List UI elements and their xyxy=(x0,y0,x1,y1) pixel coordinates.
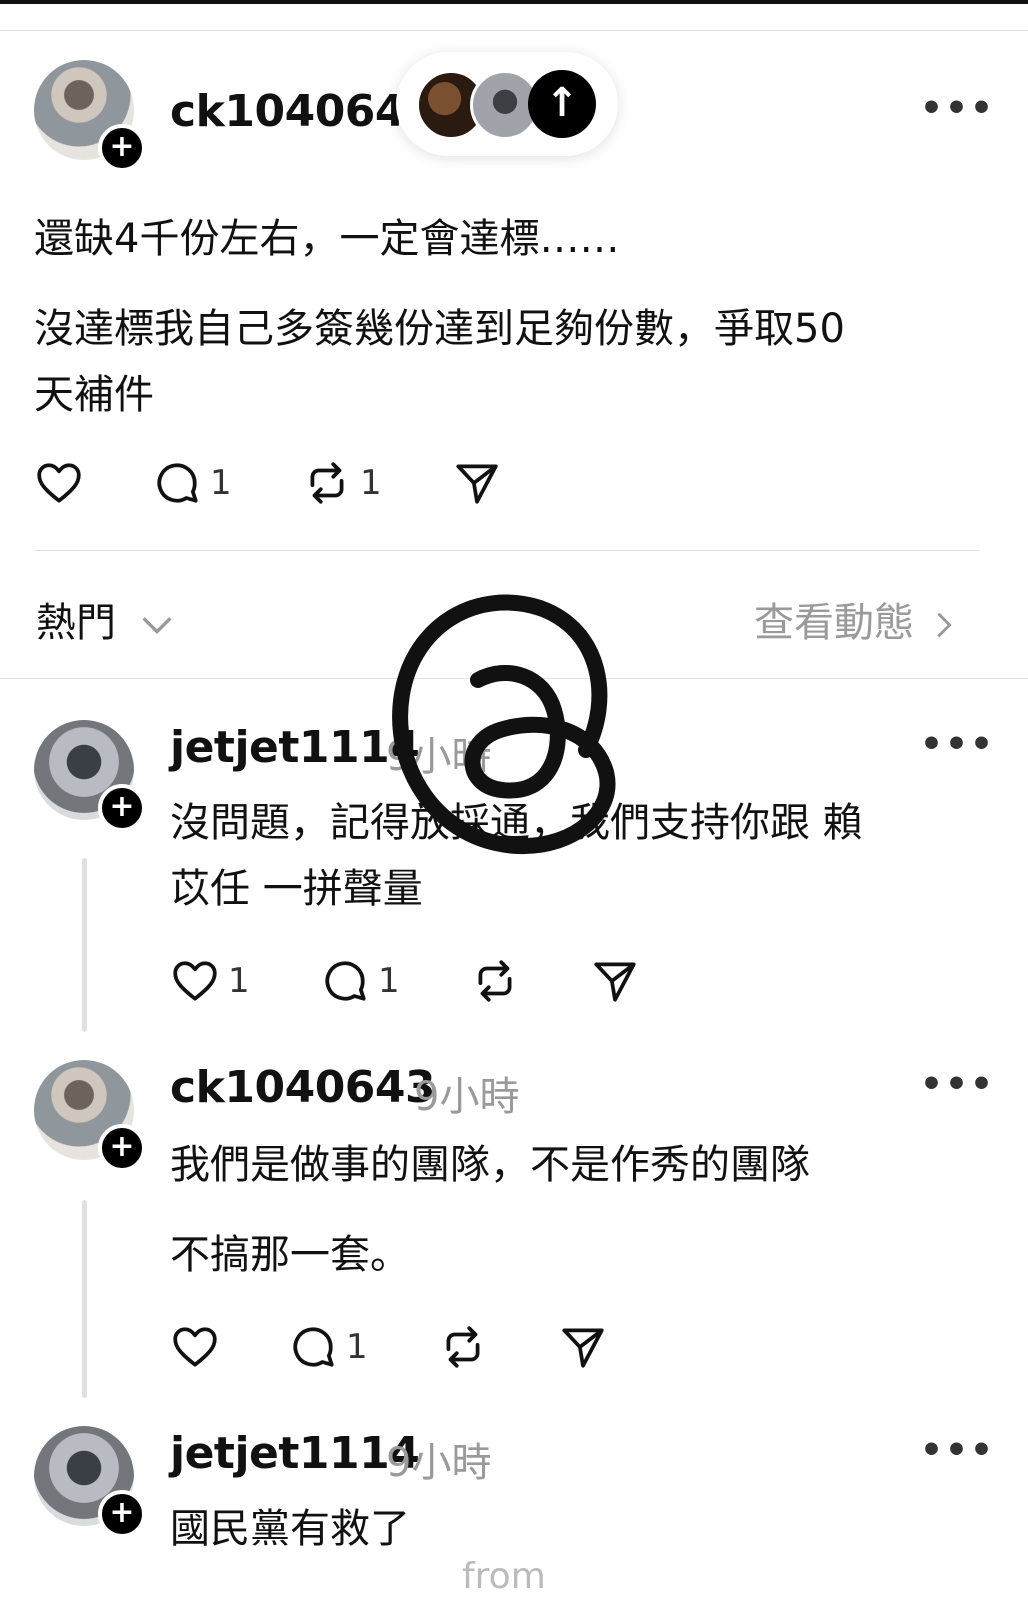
like-count: 1 xyxy=(228,961,250,1001)
reply-text-line: 苡任 一拼聲量 xyxy=(170,866,423,912)
chevron-right-icon xyxy=(937,612,952,638)
share-icon xyxy=(456,464,498,504)
comment-icon xyxy=(157,463,198,503)
repost-count: 1 xyxy=(360,463,382,503)
repost-button[interactable]: 1 xyxy=(302,458,382,508)
reply-count: 1 xyxy=(210,463,232,503)
share-icon xyxy=(562,1328,604,1368)
more-options-button[interactable]: ••• xyxy=(920,1430,995,1471)
sort-dropdown[interactable]: 熱門 xyxy=(36,590,177,648)
post-text-line: 還缺4千份左右，一定會達標…… xyxy=(34,216,620,262)
reply-text-line: 我們是做事的團隊，不是作秀的團隊 xyxy=(170,1142,810,1188)
reply-time: 9小時 xyxy=(414,1074,520,1120)
share-button[interactable] xyxy=(452,458,502,508)
arrow-up-icon[interactable]: ↑ xyxy=(528,70,596,138)
reply-count: 1 xyxy=(346,1327,368,1367)
share-icon xyxy=(594,962,636,1002)
watermark-footer-text: from xyxy=(462,1556,546,1597)
comment-icon xyxy=(325,961,366,1001)
heart-icon xyxy=(173,961,217,1001)
post-username[interactable]: ck1040643 xyxy=(170,86,436,137)
reply-time: 9小時 xyxy=(386,1440,492,1486)
like-button[interactable]: 1 xyxy=(170,956,250,1006)
reply-username[interactable]: ck1040643 xyxy=(170,1062,436,1113)
more-options-button[interactable]: ••• xyxy=(920,1064,995,1105)
reply-text-line: 不搞那一套。 xyxy=(170,1232,410,1278)
follow-plus-icon[interactable]: + xyxy=(98,1490,146,1538)
follow-plus-icon[interactable]: + xyxy=(98,1124,146,1172)
comment-button[interactable]: 1 xyxy=(152,458,232,508)
follow-plus-icon[interactable]: + xyxy=(98,784,146,832)
reply-username[interactable]: jetjet1114 xyxy=(170,1428,420,1479)
share-button[interactable] xyxy=(590,956,640,1006)
comment-button[interactable]: 1 xyxy=(288,1322,368,1372)
reply-count: 1 xyxy=(378,961,400,1001)
share-button[interactable] xyxy=(558,1322,608,1372)
status-bar-edge xyxy=(0,0,1028,4)
post-text-line: 沒達標我自己多簽幾份達到足夠份數，爭取50 xyxy=(34,306,845,352)
sort-label: 熱門 xyxy=(36,600,116,646)
comment-button[interactable]: 1 xyxy=(320,956,400,1006)
chevron-down-icon xyxy=(142,617,172,635)
repost-icon xyxy=(310,462,344,504)
divider xyxy=(34,550,980,551)
view-activity-label: 查看動態 xyxy=(754,600,914,646)
view-activity-link[interactable]: 查看動態 xyxy=(754,590,957,648)
post-text-line: 天補件 xyxy=(34,372,154,418)
thread-line xyxy=(82,1200,87,1398)
like-button[interactable] xyxy=(34,458,84,508)
comment-icon xyxy=(293,1327,334,1367)
more-options-button[interactable]: ••• xyxy=(920,724,995,765)
threads-logo-icon xyxy=(392,594,616,855)
heart-icon xyxy=(173,1327,217,1367)
repost-button[interactable] xyxy=(470,956,520,1006)
more-options-button[interactable]: ••• xyxy=(920,88,995,129)
follow-plus-icon[interactable]: + xyxy=(98,124,146,172)
reply-text-line: 國民黨有救了 xyxy=(170,1506,410,1552)
divider xyxy=(0,30,1028,31)
repost-icon xyxy=(478,960,512,1002)
like-button[interactable] xyxy=(170,1322,220,1372)
heart-icon xyxy=(37,463,81,503)
thread-line xyxy=(82,858,87,1032)
repost-button[interactable] xyxy=(438,1322,488,1372)
repost-icon xyxy=(446,1326,480,1368)
